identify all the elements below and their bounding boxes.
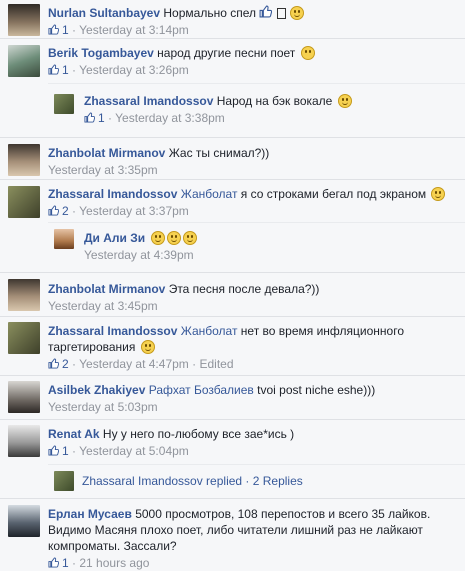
avatar[interactable]: [8, 144, 40, 176]
like-icon: [48, 358, 59, 369]
avatar[interactable]: [8, 45, 40, 77]
commenter-name[interactable]: Zhassaral Imandossov: [48, 324, 177, 338]
comment-thread: Zhassaral Imandossov Жанболат я со строк…: [0, 180, 465, 273]
comment-text: Жас ты снимал?)): [168, 146, 270, 160]
avatar[interactable]: [54, 94, 74, 114]
like-count[interactable]: 1: [62, 23, 69, 37]
view-replies-link[interactable]: Zhassaral Imandossov replied · 2 Replies: [82, 474, 303, 488]
commenter-name[interactable]: Nurlan Sultanbayev: [48, 6, 160, 20]
timestamp[interactable]: Yesterday at 3:45pm: [48, 299, 158, 313]
comment-text: Ну у него по-любому все зае*ись ): [102, 427, 295, 441]
comment-text: Народ на бэк вокале: [216, 94, 333, 108]
timestamp[interactable]: Yesterday at 3:37pm: [79, 204, 189, 218]
commenter-name[interactable]: Asilbek Zhakiyev: [48, 383, 145, 397]
avatar[interactable]: [8, 505, 40, 537]
commenter-name[interactable]: Zhassaral Imandossov: [84, 94, 213, 108]
like-icon: [48, 205, 59, 216]
commenter-name[interactable]: Zhanbolat Mirmanov: [48, 146, 165, 160]
like-count[interactable]: 1: [62, 63, 69, 77]
replies-summary[interactable]: Zhassaral Imandossov replied · 2 Replies: [48, 464, 465, 499]
timestamp[interactable]: Yesterday at 3:26pm: [79, 63, 189, 77]
commenter-name[interactable]: Berik Togambayev: [48, 46, 154, 60]
timestamp[interactable]: Yesterday at 3:35pm: [48, 163, 158, 177]
comment: Nurlan Sultanbayev Нормально спел 1 · Ye…: [0, 0, 465, 39]
timestamp[interactable]: 21 hours ago: [79, 556, 149, 570]
like-count[interactable]: 2: [62, 357, 69, 371]
avatar[interactable]: [54, 229, 74, 249]
avatar[interactable]: [8, 425, 40, 457]
avatar[interactable]: [8, 186, 40, 218]
avatar[interactable]: [8, 279, 40, 311]
like-icon: [84, 112, 95, 123]
like-count[interactable]: 1: [62, 444, 69, 458]
like-icon: [48, 445, 59, 456]
timestamp[interactable]: Yesterday at 3:14pm: [79, 23, 189, 37]
like-count[interactable]: 1: [62, 556, 69, 570]
laugh-emoji-icon: [290, 6, 305, 20]
avatar[interactable]: [8, 322, 40, 354]
thumbs-up-icon: [259, 5, 273, 18]
commenter-name[interactable]: Ерлан Мусаев: [48, 507, 132, 521]
comment-text: Эта песня после девала?)): [168, 282, 320, 296]
avatar[interactable]: [8, 381, 40, 413]
timestamp[interactable]: Yesterday at 5:04pm: [79, 444, 189, 458]
comment-thread: Renat Ak Ну у него по-любому все зае*ись…: [0, 420, 465, 499]
commenter-name[interactable]: Zhanbolat Mirmanov: [48, 282, 165, 296]
avatar: [54, 471, 74, 491]
like-count[interactable]: 2: [62, 204, 69, 218]
comment: Zhanbolat Mirmanov Эта песня после девал…: [0, 273, 465, 317]
avatar[interactable]: [8, 4, 40, 36]
timestamp[interactable]: Yesterday at 5:03pm: [48, 400, 158, 414]
commenter-name[interactable]: Renat Ak: [48, 427, 100, 441]
timestamp[interactable]: Yesterday at 4:47pm: [79, 357, 189, 371]
comment-text: Нормально спел: [163, 6, 256, 20]
edited-label[interactable]: Edited: [199, 357, 233, 371]
commenter-name[interactable]: Ди Али Зи: [84, 231, 145, 245]
missing-glyph-icon: [277, 8, 287, 19]
like-count[interactable]: 1: [98, 111, 105, 125]
comment: Zhanbolat Mirmanov Жас ты снимал?)) Yest…: [0, 138, 465, 180]
reply: Zhassaral Imandossov Народ на бэк вокале…: [48, 83, 465, 138]
mention-link[interactable]: Жанболат: [181, 324, 238, 338]
laugh-emoji-icon: [166, 231, 181, 245]
wink-emoji-icon: [337, 94, 352, 108]
like-icon: [48, 24, 59, 35]
mention-link[interactable]: Жанболат: [181, 187, 238, 201]
laugh-emoji-icon: [150, 231, 165, 245]
timestamp[interactable]: Yesterday at 3:38pm: [115, 111, 225, 125]
comment: Ерлан Мусаев 5000 просмотров, 108 перепо…: [0, 499, 465, 570]
blush-emoji-icon: [140, 340, 155, 354]
comment-text: tvoi post niche eshe))): [257, 383, 376, 397]
comment-text: я со строками бегал под экраном: [240, 187, 427, 201]
comment: Zhassaral Imandossov Жанболат нет во вре…: [0, 317, 465, 376]
comment-text: народ другие песни поет: [157, 46, 296, 60]
like-icon: [48, 557, 59, 568]
timestamp[interactable]: Yesterday at 4:39pm: [84, 248, 194, 262]
comment-thread: Berik Togambayev народ другие песни поет…: [0, 39, 465, 138]
commenter-name[interactable]: Zhassaral Imandossov: [48, 187, 177, 201]
laugh-emoji-icon: [431, 187, 446, 201]
laugh-emoji-icon: [182, 231, 197, 245]
comment: Asilbek Zhakiyev Рафхат Бозбалиев tvoi p…: [0, 376, 465, 420]
reply: Ди Али Зи Yesterday at 4:39pm: [48, 222, 465, 273]
mention-link[interactable]: Рафхат Бозбалиев: [149, 383, 254, 397]
like-icon: [48, 64, 59, 75]
neutral-emoji-icon: [300, 46, 315, 60]
